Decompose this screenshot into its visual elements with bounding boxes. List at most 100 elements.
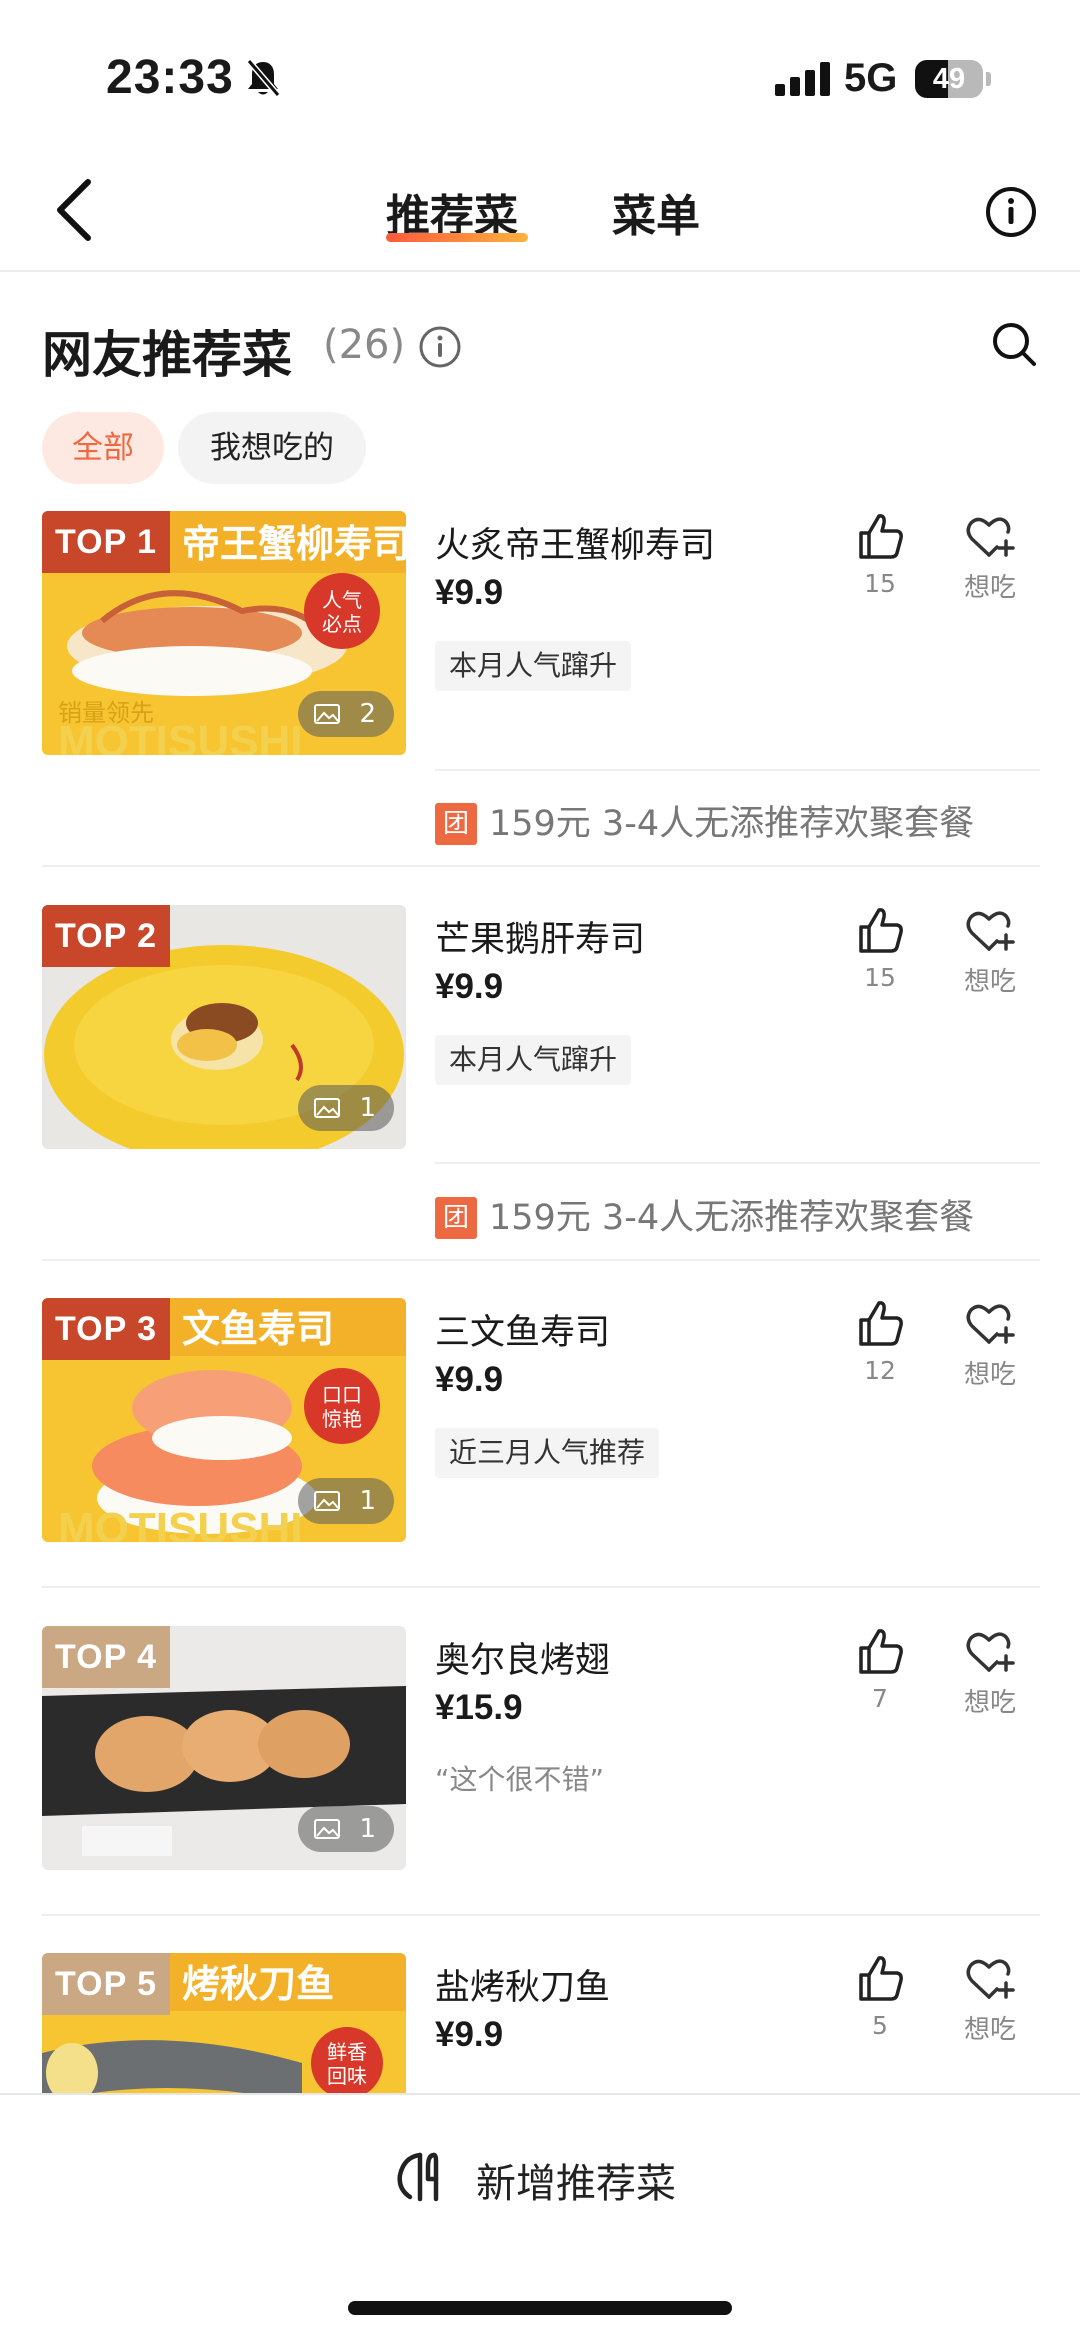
dish-name[interactable]: 盐烤秋刀鱼 [435,1959,610,2010]
add-dish-icon [397,2152,439,2202]
group-deal-badge: 团 [435,803,477,845]
rank-badge: TOP 1 [42,511,170,573]
dish-name[interactable]: 奥尔良烤翅 [435,1632,610,1683]
tab-menu[interactable]: 菜单 [612,180,700,242]
battery-icon: 49 [915,60,983,98]
image-icon [314,1098,340,1118]
svg-text:MOTISUSHI: MOTISUSHI [58,717,302,755]
back-icon[interactable] [44,174,108,246]
svg-text:烤秋刀鱼: 烤秋刀鱼 [182,1962,334,2006]
dish-price: ¥9.9 [435,2015,504,2054]
dish-price: ¥9.9 [435,573,504,612]
rank-badge: TOP 3 [42,1298,170,1360]
group-deal[interactable]: 团 159元 3-4人无添推荐欢聚套餐 [435,1187,1055,1247]
svg-text:帝王蟹柳寿司: 帝王蟹柳寿司 [182,522,406,566]
home-indicator [348,2301,732,2315]
heart-plus-icon[interactable] [964,513,1016,561]
heart-plus-icon[interactable] [964,1628,1016,1676]
dish-name[interactable]: 芒果鹅肝寿司 [435,911,645,962]
rank-badge: TOP 5 [42,1953,170,2015]
network-type: 5G [844,56,898,100]
like-count: 15 [864,569,896,598]
bell-muted-icon [246,59,281,97]
dish-image[interactable]: TOP 2 1 [42,905,406,1149]
dish-price: ¥9.9 [435,1360,504,1399]
heart-plus-icon[interactable] [964,1955,1016,2003]
dish-image[interactable]: 帝王蟹柳寿司 人气 必点 销量领先 MOTISUSHI TOP 1 2 [42,511,406,755]
dish-count: (26) [323,322,406,368]
image-count-badge[interactable]: 2 [298,691,394,737]
add-dish-label: 新增推荐菜 [476,2161,676,2207]
group-deal-badge: 团 [435,1197,477,1239]
filter-want-to-eat[interactable]: 我想吃的 [178,412,366,484]
thumbs-up-icon[interactable] [855,905,905,955]
tab-recommended[interactable]: 推荐菜 [386,180,518,242]
signal-icon [775,62,830,96]
dish-image[interactable]: TOP 4 1 [42,1626,406,1870]
like-count: 5 [872,2011,888,2040]
svg-text:MOTISUSHI: MOTISUSHI [58,1504,302,1542]
thumbs-up-icon[interactable] [855,1626,905,1676]
active-tab-indicator [386,233,528,242]
want-to-eat-label: 想吃 [963,967,1016,997]
dish-name[interactable]: 火炙帝王蟹柳寿司 [435,517,715,568]
dish-quote: “这个很不错” [435,1763,605,1796]
image-count-badge[interactable]: 1 [298,1806,394,1852]
rank-badge: TOP 4 [42,1626,170,1688]
thumbs-up-icon[interactable] [855,1953,905,2003]
thumbs-up-icon[interactable] [855,1298,905,1348]
dish-tag: 本月人气蹿升 [435,641,632,691]
divider [42,1586,1040,1588]
dish-image[interactable]: 文鱼寿司 口口 惊艳 MOTISUSHI TOP 3 1 [42,1298,406,1542]
dish-tag: 近三月人气推荐 [435,1428,660,1478]
svg-text:回味: 回味 [327,2064,367,2088]
image-icon [314,704,340,724]
dish-item[interactable]: TOP 4 1 奥尔良烤翅 ¥15.9 “这个很不错” 7 想吃 [0,1626,1080,1916]
rank-badge: TOP 2 [42,905,170,967]
dish-item[interactable]: 文鱼寿司 口口 惊艳 MOTISUSHI TOP 3 1 三文鱼寿司 ¥9.9 … [0,1298,1080,1588]
dish-price: ¥9.9 [435,967,504,1006]
group-deal[interactable]: 团 159元 3-4人无添推荐欢聚套餐 [435,793,1055,853]
heart-plus-icon[interactable] [964,907,1016,955]
status-time: 23:33 [106,51,234,104]
image-count-badge[interactable]: 1 [298,1478,394,1524]
dish-name[interactable]: 三文鱼寿司 [435,1304,610,1355]
want-to-eat-label: 想吃 [963,1360,1016,1390]
info-icon[interactable] [985,186,1037,238]
like-count: 7 [872,1684,888,1713]
group-deal-text: 159元 3-4人无添推荐欢聚套餐 [489,1198,975,1238]
want-to-eat-label: 想吃 [963,2015,1016,2045]
like-count: 12 [864,1356,896,1385]
svg-text:鲜香: 鲜香 [327,2040,367,2064]
svg-text:人气: 人气 [322,588,362,612]
image-icon [314,1491,340,1511]
status-bar: 23:33 5G 49 [0,0,1080,150]
dish-item[interactable]: 烤秋刀鱼 鲜香 回味 TOP 5 盐烤秋刀鱼 ¥9.9 5 想吃 [0,1953,1080,2093]
thumbs-up-icon[interactable] [855,511,905,561]
divider [435,1162,1040,1164]
group-deal-text: 159元 3-4人无添推荐欢聚套餐 [489,804,975,844]
nav-bar: 推荐菜 菜单 [0,150,1080,272]
dish-item[interactable]: TOP 2 1 芒果鹅肝寿司 ¥9.9 本月人气蹿升 15 想吃 团 159元 … [0,905,1080,1265]
svg-text:口口: 口口 [322,1383,362,1407]
divider [42,865,1040,867]
search-icon[interactable] [990,320,1038,368]
divider [42,1259,1040,1261]
dish-price: ¥15.9 [435,1688,523,1727]
svg-text:必点: 必点 [322,612,362,636]
heart-plus-icon[interactable] [964,1300,1016,1348]
want-to-eat-label: 想吃 [963,573,1016,603]
dish-item[interactable]: 帝王蟹柳寿司 人气 必点 销量领先 MOTISUSHI TOP 1 2 火炙帝王… [0,511,1080,871]
dish-tag: 本月人气蹿升 [435,1035,632,1085]
image-icon [314,1819,340,1839]
image-count-badge[interactable]: 1 [298,1085,394,1131]
divider [435,769,1040,771]
want-to-eat-label: 想吃 [963,1688,1016,1718]
add-recommended-dish-button[interactable]: 新增推荐菜 [390,2143,730,2213]
filter-all[interactable]: 全部 [42,412,164,484]
info-icon[interactable] [418,325,462,369]
dish-image[interactable]: 烤秋刀鱼 鲜香 回味 TOP 5 [42,1953,406,2093]
divider [42,1914,1040,1916]
like-count: 15 [864,963,896,992]
section-title: 网友推荐菜 [42,326,292,384]
